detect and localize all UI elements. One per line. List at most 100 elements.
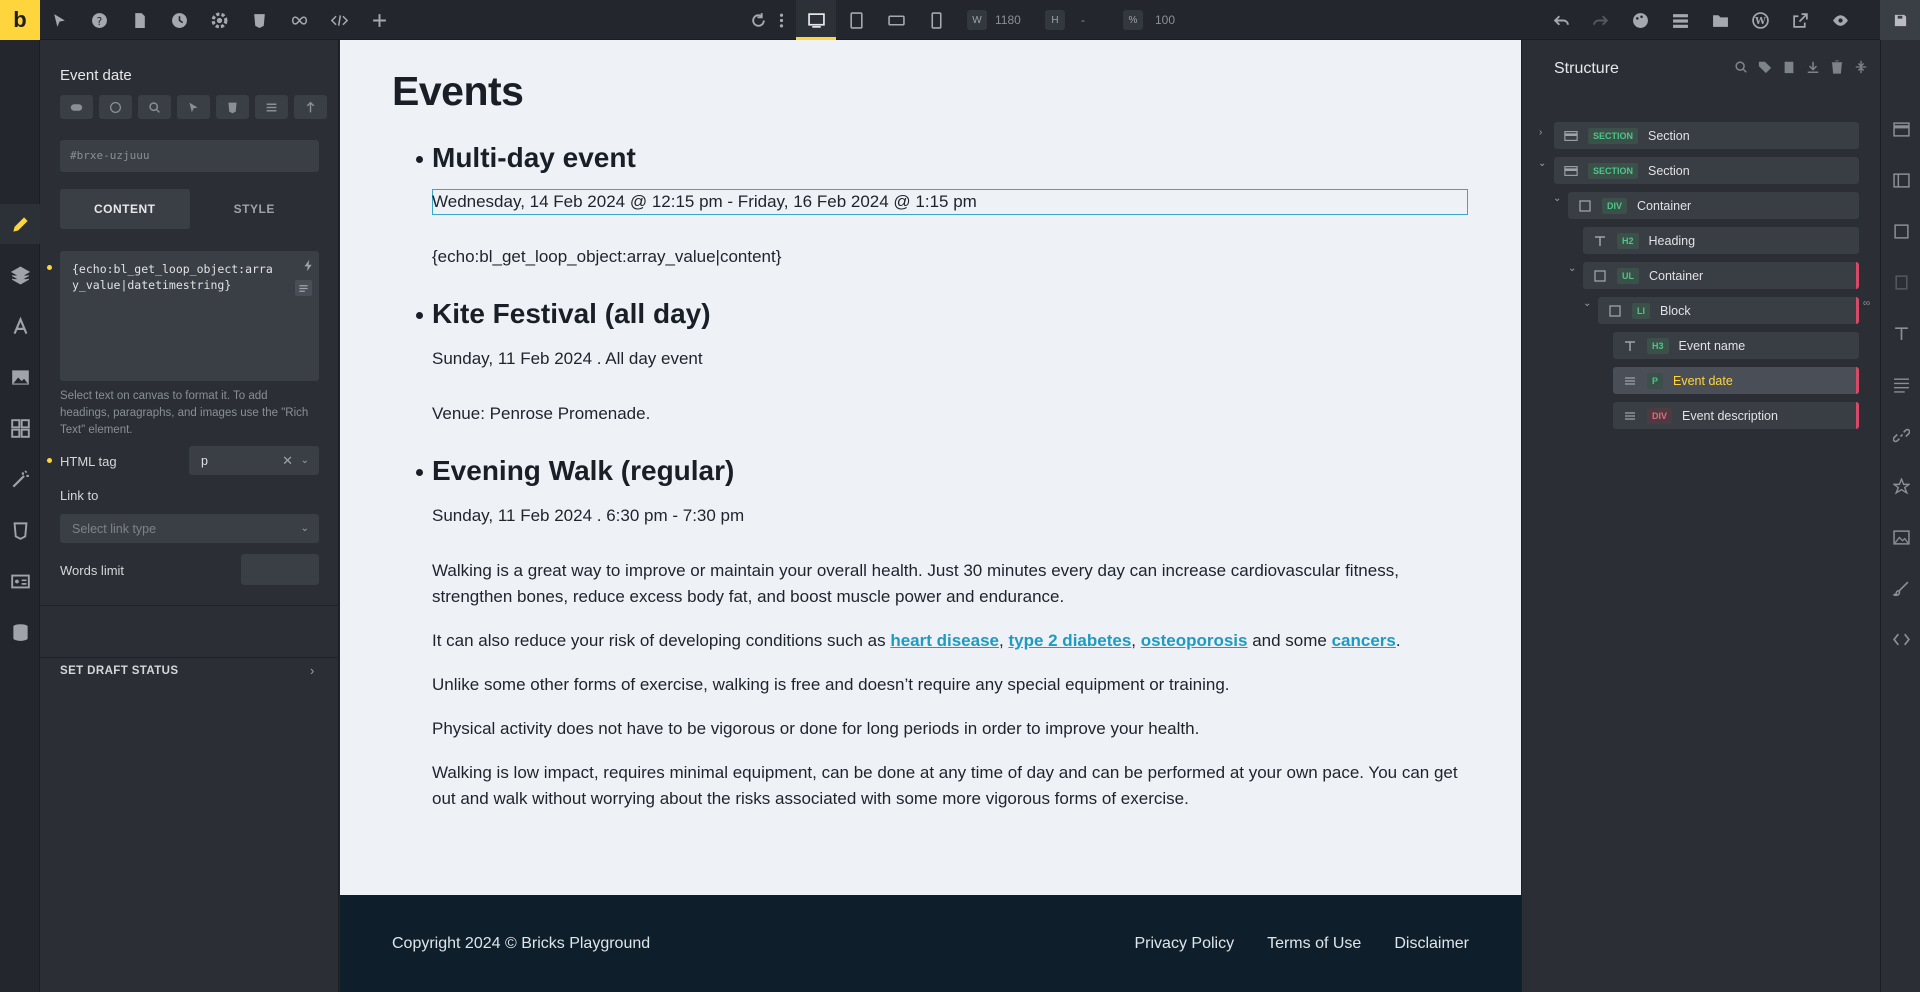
export-icon[interactable] [294, 95, 327, 119]
hand-icon[interactable] [99, 95, 132, 119]
structure-row-section[interactable]: SECTION Section [1554, 157, 1859, 184]
event-date[interactable]: Sunday, 11 Feb 2024 . 6:30 pm - 7:30 pm [432, 506, 744, 526]
collapse-icon[interactable] [1854, 60, 1868, 74]
wordpress-icon[interactable]: W [1750, 10, 1770, 30]
height-value[interactable]: - [1081, 13, 1085, 27]
chevron-right-icon[interactable]: › [310, 663, 314, 678]
image-icon[interactable] [0, 357, 40, 397]
chevron-down-icon[interactable]: ⌄ [1553, 193, 1561, 204]
external-link-icon[interactable] [1790, 10, 1810, 30]
link-cancers[interactable]: cancers [1332, 631, 1396, 650]
structure-row-ul[interactable]: UL Container [1583, 262, 1859, 289]
event-name[interactable]: Kite Festival (all day) [416, 298, 711, 330]
preview-eye-icon[interactable] [1830, 10, 1850, 30]
event-description[interactable]: {echo:bl_get_loop_object:array_value|con… [432, 247, 781, 267]
toggle-icon[interactable] [60, 95, 93, 119]
event-item[interactable]: Kite Festival (all day) [416, 298, 711, 330]
database-icon[interactable] [0, 612, 40, 652]
list-icon[interactable] [255, 95, 288, 119]
element-id-field[interactable]: #brxe-uzjuuu [60, 140, 319, 172]
add-icon[interactable] [369, 10, 389, 30]
set-draft-status[interactable]: SET DRAFT STATUS [60, 665, 178, 677]
footer-link-privacy[interactable]: Privacy Policy [1135, 935, 1235, 953]
infinity-icon[interactable] [289, 10, 309, 30]
div-icon[interactable] [1891, 272, 1911, 292]
layers-icon[interactable] [0, 255, 40, 295]
link-type-2-diabetes[interactable]: type 2 diabetes [1008, 631, 1131, 650]
clear-icon[interactable]: ✕ [282, 453, 293, 469]
structure-row-h3[interactable]: H3 Event name [1613, 332, 1859, 359]
reload-icon[interactable] [748, 10, 768, 30]
save-button[interactable] [1880, 0, 1920, 40]
canvas-width-field[interactable]: W 1180 [967, 9, 1021, 31]
image-icon[interactable] [1891, 527, 1911, 547]
structure-row-div[interactable]: DIV Event description [1613, 402, 1859, 429]
tab-content[interactable]: CONTENT [60, 189, 190, 229]
event-name[interactable]: Multi-day event [416, 142, 636, 174]
structure-row-div[interactable]: DIV Container [1568, 192, 1859, 219]
container-icon[interactable] [1891, 170, 1911, 190]
css3-icon[interactable] [0, 510, 40, 550]
palette-icon[interactable] [1630, 10, 1650, 30]
history-icon[interactable] [169, 10, 189, 30]
event-item[interactable]: Evening Walk (regular) [415, 455, 734, 487]
structure-row-section[interactable]: SECTION Section [1554, 122, 1859, 149]
search-icon[interactable] [138, 95, 171, 119]
brush-icon[interactable] [1891, 578, 1911, 598]
mobile-portrait-icon[interactable] [926, 10, 946, 30]
structure-row-p-selected[interactable]: P Event date [1613, 367, 1859, 394]
pointer-icon[interactable] [49, 10, 69, 30]
event-name[interactable]: Evening Walk (regular) [415, 455, 734, 487]
mobile-landscape-icon[interactable] [886, 10, 906, 30]
css-class-icon[interactable] [216, 95, 249, 119]
width-value[interactable]: 1180 [995, 13, 1021, 27]
grid-icon[interactable] [0, 408, 40, 448]
heading-icon[interactable] [1891, 323, 1911, 343]
pages-icon[interactable] [129, 10, 149, 30]
help-icon[interactable]: ? [89, 10, 109, 30]
event-date[interactable]: Wednesday, 14 Feb 2024 @ 12:15 pm - Frid… [432, 192, 977, 212]
redo-icon[interactable] [1590, 10, 1610, 30]
footer-link-terms[interactable]: Terms of Use [1267, 935, 1361, 953]
search-icon[interactable] [1734, 60, 1748, 74]
dynamic-data-bolt-icon[interactable] [302, 259, 315, 277]
chevron-right-icon[interactable]: › [1539, 127, 1542, 138]
link-osteoporosis[interactable]: osteoporosis [1141, 631, 1248, 650]
magic-wand-icon[interactable] [0, 459, 40, 499]
section-icon[interactable] [1891, 119, 1911, 139]
bricks-logo[interactable]: b [0, 0, 40, 40]
templates-icon[interactable] [1670, 10, 1690, 30]
tablet-portrait-icon[interactable] [846, 10, 866, 30]
text-content-textarea[interactable]: {echo:bl_get_loop_object:array_value|dat… [60, 251, 319, 381]
tab-style[interactable]: STYLE [190, 189, 320, 229]
id-card-icon[interactable] [0, 561, 40, 601]
trash-icon[interactable] [1830, 60, 1844, 74]
css-icon[interactable] [249, 10, 269, 30]
canvas-height-field[interactable]: H- [1045, 9, 1085, 31]
event-description[interactable]: Venue: Penrose Promenade. [432, 404, 650, 424]
tag-icon[interactable] [1758, 60, 1772, 74]
desktop-icon[interactable] [806, 10, 826, 30]
scale-value[interactable]: 100 [1155, 13, 1175, 27]
code-icon[interactable] [329, 10, 349, 30]
more-vertical-icon[interactable] [771, 10, 791, 30]
star-icon[interactable] [1891, 476, 1911, 496]
folder-icon[interactable] [1710, 10, 1730, 30]
structure-row-li[interactable]: LI Block [1598, 297, 1859, 324]
page-heading[interactable]: Events [392, 68, 524, 115]
typography-icon[interactable] [0, 306, 40, 346]
html-tag-select[interactable]: p ✕ ⌄ [189, 446, 319, 475]
event-date[interactable]: Sunday, 11 Feb 2024 . All day event [432, 349, 703, 369]
block-icon[interactable] [1891, 221, 1911, 241]
link-type-select[interactable]: Select link type ⌄ [60, 514, 319, 543]
clipboard-icon[interactable] [1782, 60, 1796, 74]
words-limit-input[interactable] [241, 554, 319, 585]
text-format-icon[interactable] [295, 280, 312, 296]
settings-icon[interactable] [209, 10, 229, 30]
undo-icon[interactable] [1551, 10, 1571, 30]
structure-row-h2[interactable]: H2 Heading [1583, 227, 1859, 254]
cursor-icon[interactable] [177, 95, 210, 119]
link-icon[interactable] [1891, 425, 1911, 445]
event-item[interactable]: Multi-day event [416, 142, 636, 174]
link-heart-disease[interactable]: heart disease [890, 631, 999, 650]
